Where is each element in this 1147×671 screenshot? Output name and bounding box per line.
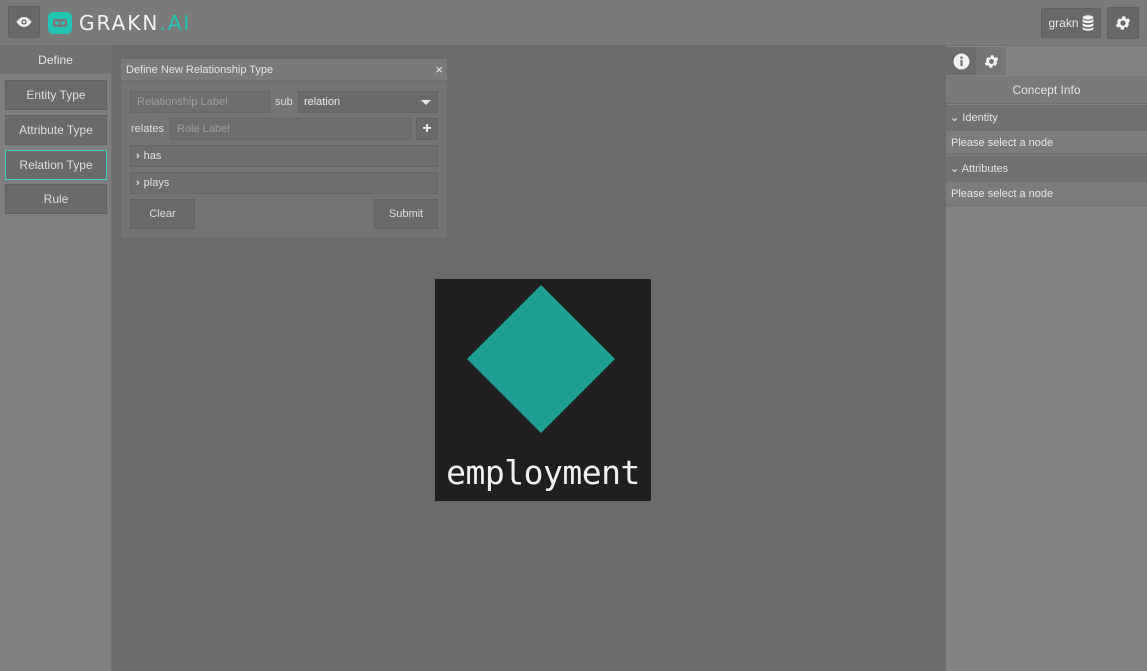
entity-type-button[interactable]: Entity Type bbox=[5, 80, 107, 110]
chevron-down-icon: ⌄ bbox=[950, 112, 960, 124]
attribute-type-button[interactable]: Attribute Type bbox=[5, 115, 107, 145]
plays-label: plays bbox=[143, 177, 170, 189]
keyspace-selector-button[interactable]: grakn bbox=[1041, 8, 1101, 38]
settings-button[interactable] bbox=[1107, 7, 1139, 39]
gear-icon bbox=[984, 54, 998, 68]
info-tab[interactable] bbox=[946, 47, 976, 75]
sub-type-select[interactable]: relation bbox=[298, 91, 438, 113]
info-icon bbox=[953, 53, 969, 69]
modal-header: Define New Relationship Type × bbox=[121, 59, 447, 81]
identity-section-toggle[interactable]: ⌄ Identity bbox=[946, 105, 1147, 131]
chevron-right-icon: › bbox=[136, 150, 140, 162]
rule-button[interactable]: Rule bbox=[5, 184, 107, 214]
identity-header: Identity bbox=[962, 112, 998, 124]
settings-tab[interactable] bbox=[976, 47, 1006, 75]
relates-label: relates bbox=[131, 123, 165, 135]
relation-type-button[interactable]: Relation Type bbox=[5, 150, 107, 180]
attributes-section-toggle[interactable]: ⌄ Attributes bbox=[946, 156, 1147, 182]
keyspace-label: grakn bbox=[1048, 16, 1079, 30]
identity-body: Please select a node bbox=[946, 131, 1147, 155]
attributes-header: Attributes bbox=[961, 163, 1009, 175]
concept-info-title: Concept Info bbox=[946, 76, 1147, 104]
attributes-body: Please select a node bbox=[946, 182, 1147, 206]
modal-title: Define New Relationship Type bbox=[126, 64, 274, 76]
logo-text: GRAKN.AI bbox=[79, 11, 192, 35]
chevron-right-icon: › bbox=[136, 177, 140, 189]
relationship-label-input[interactable]: Relationship Label bbox=[130, 91, 270, 113]
role-label-input[interactable]: Role Label bbox=[170, 118, 411, 140]
has-label: has bbox=[143, 150, 162, 162]
sub-type-value: relation bbox=[304, 96, 341, 108]
concept-info-panel: Concept Info ⌄ Identity Please select a … bbox=[946, 46, 1147, 671]
node-label: employment bbox=[446, 453, 640, 492]
relation-diamond-icon bbox=[467, 285, 615, 433]
caret-down-icon bbox=[421, 100, 431, 105]
graph-node-employment[interactable]: employment bbox=[435, 279, 651, 501]
sub-label: sub bbox=[275, 96, 293, 108]
grakn-robot-icon bbox=[48, 12, 72, 34]
grakn-logo: GRAKN.AI bbox=[47, 10, 191, 36]
define-relationship-panel: Define New Relationship Type × Relations… bbox=[120, 58, 448, 238]
gear-icon bbox=[1115, 16, 1131, 30]
chevron-down-icon: ⌄ bbox=[950, 163, 960, 175]
submit-button[interactable]: Submit bbox=[374, 199, 438, 229]
close-icon[interactable]: × bbox=[435, 59, 443, 81]
visualiser-toggle-button[interactable] bbox=[8, 6, 40, 38]
database-icon bbox=[1082, 15, 1094, 31]
define-panel: Define Entity Type Attribute Type Relati… bbox=[0, 46, 112, 671]
has-section-toggle[interactable]: › has bbox=[130, 145, 438, 167]
eye-icon bbox=[16, 17, 32, 27]
clear-button[interactable]: Clear bbox=[130, 199, 195, 229]
define-panel-title: Define bbox=[0, 46, 111, 74]
plays-section-toggle[interactable]: › plays bbox=[130, 172, 438, 194]
top-bar: GRAKN.AI grakn bbox=[0, 0, 1147, 46]
add-role-button[interactable]: + bbox=[416, 118, 438, 140]
